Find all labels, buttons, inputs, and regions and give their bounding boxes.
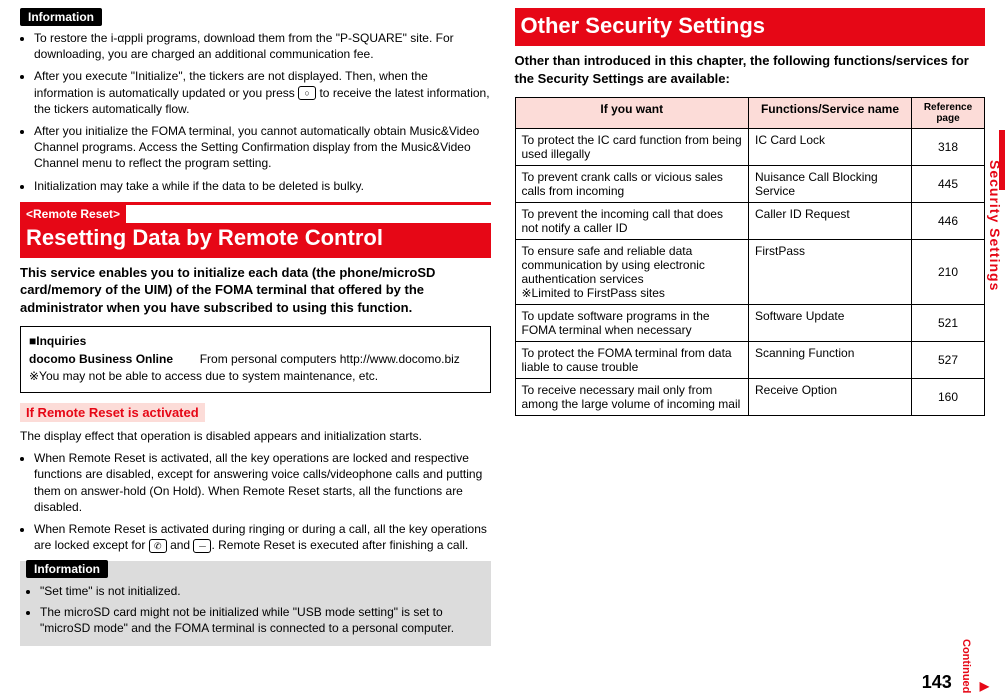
table-row: To protect the IC card function from bei… [515, 129, 985, 166]
docomo-link-label: docomo Business Online [29, 352, 173, 366]
cell-fn: FirstPass [749, 240, 912, 305]
key-icon: ○ [298, 86, 316, 100]
table-row: To prevent the incoming call that does n… [515, 203, 985, 240]
bottom-info-block: Information "Set time" is not initialize… [20, 561, 491, 646]
col-header-want: If you want [515, 98, 749, 129]
cell-ref: 210 [912, 240, 985, 305]
col-header-fn: Functions/Service name [749, 98, 912, 129]
bullet-item: "Set time" is not initialized. [40, 583, 491, 599]
remote-reset-lead: This service enables you to initialize e… [20, 264, 491, 317]
table-row: To update software programs in the FOMA … [515, 305, 985, 342]
cell-fn: Receive Option [749, 379, 912, 416]
cell-want: To protect the FOMA terminal from data l… [515, 342, 749, 379]
right-column: Other Security Settings Other than intro… [515, 8, 986, 646]
inquiries-heading: ■Inquiries [29, 333, 482, 350]
banner-title: Resetting Data by Remote Control [20, 223, 491, 255]
bullet-item: Initialization may take a while if the d… [34, 178, 491, 194]
key-icon: ✆ [149, 539, 167, 553]
table-row: To protect the FOMA terminal from data l… [515, 342, 985, 379]
cell-fn: Nuisance Call Blocking Service [749, 166, 912, 203]
arrow-icon: ▶ [980, 679, 989, 693]
subheading-pink: If Remote Reset is activated [20, 403, 205, 422]
table-row: To prevent crank calls or vicious sales … [515, 166, 985, 203]
page-number: 143 [922, 672, 952, 693]
remote-reset-bullets: When Remote Reset is activated, all the … [20, 450, 491, 553]
bullet-item: After you execute "Initialize", the tick… [34, 68, 491, 117]
cell-fn: Scanning Function [749, 342, 912, 379]
cell-ref: 318 [912, 129, 985, 166]
bullet-item: When Remote Reset is activated, all the … [34, 450, 491, 515]
cell-ref: 521 [912, 305, 985, 342]
information-label-top: Information [20, 8, 102, 26]
banner-tag: <Remote Reset> [20, 205, 126, 223]
table-row: To ensure safe and reliable data communi… [515, 240, 985, 305]
cell-want: To receive necessary mail only from amon… [515, 379, 749, 416]
continued-label: Continued [960, 639, 972, 693]
cell-ref: 446 [912, 203, 985, 240]
col-header-ref: Reference page [912, 98, 985, 129]
security-table: If you want Functions/Service name Refer… [515, 97, 986, 416]
cell-want: To ensure safe and reliable data communi… [515, 240, 749, 305]
cell-want: To prevent the incoming call that does n… [515, 203, 749, 240]
inquiries-box: ■Inquiries docomo Business Online From p… [20, 326, 491, 392]
remote-reset-paragraph: The display effect that operation is dis… [20, 428, 491, 445]
bullet-item: After you initialize the FOMA terminal, … [34, 123, 491, 172]
inquiries-note: ※You may not be able to access due to sy… [29, 368, 482, 385]
bullet-item: When Remote Reset is activated during ri… [34, 521, 491, 553]
bullet-item: The microSD card might not be initialize… [40, 604, 491, 636]
cell-want: To prevent crank calls or vicious sales … [515, 166, 749, 203]
other-security-lead: Other than introduced in this chapter, t… [515, 52, 986, 87]
bullet-item: To restore the i-αppli programs, downloa… [34, 30, 491, 62]
banner-title: Other Security Settings [515, 11, 986, 43]
cell-want: To protect the IC card function from bei… [515, 129, 749, 166]
left-column: Information To restore the i-αppli progr… [20, 8, 491, 646]
cell-ref: 445 [912, 166, 985, 203]
page-footer: 143 Continued ▶ [922, 639, 989, 693]
table-row: To receive necessary mail only from amon… [515, 379, 985, 416]
other-security-banner: Other Security Settings [515, 8, 986, 46]
cell-want: To update software programs in the FOMA … [515, 305, 749, 342]
top-info-bullets: To restore the i-αppli programs, downloa… [20, 30, 491, 194]
information-label-bottom: Information [26, 560, 108, 578]
cell-ref: 527 [912, 342, 985, 379]
docomo-link-text: From personal computers http://www.docom… [200, 352, 460, 366]
key-icon: ⏤ [193, 539, 211, 553]
inquiries-line: docomo Business Online From personal com… [29, 351, 482, 368]
cell-ref: 160 [912, 379, 985, 416]
section-thumb-tab [999, 130, 1005, 190]
cell-fn: Software Update [749, 305, 912, 342]
remote-reset-banner: <Remote Reset> Resetting Data by Remote … [20, 202, 491, 258]
cell-fn: IC Card Lock [749, 129, 912, 166]
cell-fn: Caller ID Request [749, 203, 912, 240]
